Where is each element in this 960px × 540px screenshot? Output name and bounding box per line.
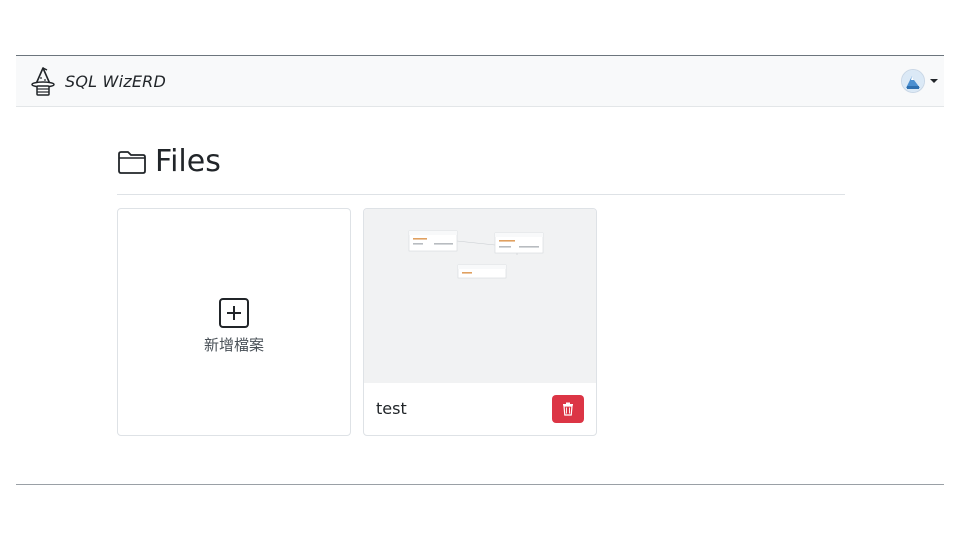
brand-name: SQL WizERD xyxy=(65,71,166,91)
file-name[interactable]: test xyxy=(376,399,407,418)
folder-icon xyxy=(118,151,146,174)
trash-icon xyxy=(563,402,573,416)
erd-preview-diagram xyxy=(408,230,544,279)
new-file-label: 新增檔案 xyxy=(203,335,264,354)
page-header: Files xyxy=(117,142,221,182)
user-avatar-icon xyxy=(901,69,925,93)
file-card-footer: test xyxy=(364,383,596,435)
file-preview-thumbnail[interactable] xyxy=(364,209,596,383)
user-menu-toggle[interactable] xyxy=(901,69,938,93)
page-title: Files xyxy=(155,144,221,179)
delete-file-button[interactable] xyxy=(552,395,584,423)
new-file-card[interactable]: 新增檔案 xyxy=(117,208,351,436)
file-card: test xyxy=(363,208,597,436)
plus-square-icon xyxy=(219,297,249,328)
brand-link[interactable]: SQL WizERD xyxy=(30,66,166,96)
wizard-hat-logo-icon xyxy=(31,67,55,96)
navbar: SQL WizERD xyxy=(16,56,944,107)
header-divider xyxy=(117,194,845,195)
footer-divider xyxy=(16,484,944,485)
caret-down-icon xyxy=(930,79,938,83)
